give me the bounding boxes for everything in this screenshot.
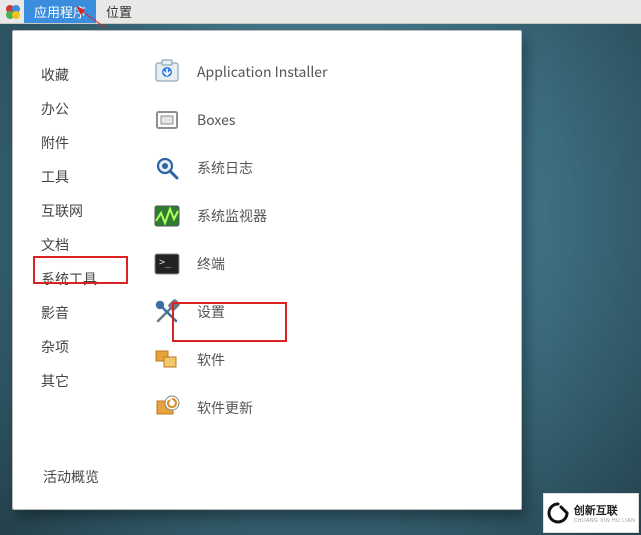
category-tools[interactable]: 工具 (41, 165, 151, 189)
category-other[interactable]: 其它 (41, 369, 151, 393)
applications-menu: 收藏 办公 附件 工具 互联网 文档 系统工具 影音 杂项 其它 (12, 30, 522, 510)
app-label: Boxes (197, 110, 235, 130)
topbar-places[interactable]: 位置 (96, 0, 142, 23)
category-label: 工具 (41, 167, 69, 187)
application-list: Application Installer Boxes (151, 55, 497, 447)
app-settings[interactable]: 设置 (151, 295, 497, 329)
software-update-icon (151, 392, 183, 424)
category-label: 互联网 (41, 201, 83, 221)
category-documents[interactable]: 文档 (41, 233, 151, 257)
svg-text:>_: >_ (159, 257, 172, 268)
category-label: 办公 (41, 99, 69, 119)
category-accessories[interactable]: 附件 (41, 131, 151, 155)
watermark-brand: 创新互联 (574, 502, 636, 518)
app-system-logs[interactable]: 系统日志 (151, 151, 497, 185)
app-label: 终端 (197, 254, 225, 274)
category-label: 其它 (41, 371, 69, 391)
menu-footer: 活动概览 (13, 457, 521, 509)
boxes-icon (151, 104, 183, 136)
app-label: 软件 (197, 350, 225, 370)
category-list: 收藏 办公 附件 工具 互联网 文档 系统工具 影音 杂项 其它 (41, 55, 151, 447)
app-terminal[interactable]: >_ 终端 (151, 247, 497, 281)
topbar-applications-label: 应用程序 (34, 2, 86, 21)
category-label: 影音 (41, 303, 69, 323)
top-panel: 应用程序 位置 (0, 0, 641, 24)
app-application-installer[interactable]: Application Installer (151, 55, 497, 89)
settings-icon (151, 296, 183, 328)
app-software[interactable]: 软件 (151, 343, 497, 377)
category-misc[interactable]: 杂项 (41, 335, 151, 359)
app-system-monitor[interactable]: 系统监视器 (151, 199, 497, 233)
app-boxes[interactable]: Boxes (151, 103, 497, 137)
system-logo-icon (2, 1, 24, 23)
category-internet[interactable]: 互联网 (41, 199, 151, 223)
app-label: 系统监视器 (197, 206, 267, 226)
category-label: 收藏 (41, 65, 69, 85)
app-software-update[interactable]: 软件更新 (151, 391, 497, 425)
app-label: 系统日志 (197, 158, 253, 178)
activities-overview[interactable]: 活动概览 (43, 467, 99, 487)
watermark-logo-icon (547, 502, 569, 524)
app-label: Application Installer (197, 62, 328, 82)
watermark-sub: CHUANG XIN HU LIAN (574, 518, 636, 524)
topbar-places-label: 位置 (106, 2, 132, 21)
menu-body: 收藏 办公 附件 工具 互联网 文档 系统工具 影音 杂项 其它 (13, 31, 521, 457)
topbar-applications[interactable]: 应用程序 (24, 0, 96, 23)
category-label: 系统工具 (41, 269, 97, 289)
desktop-background: 应用程序 位置 收藏 办公 附件 工具 互联网 文档 系统工具 影音 杂项 其它 (0, 0, 641, 535)
category-multimedia[interactable]: 影音 (41, 301, 151, 325)
app-label: 软件更新 (197, 398, 253, 418)
app-label: 设置 (197, 302, 225, 322)
category-label: 文档 (41, 235, 69, 255)
category-system-tools[interactable]: 系统工具 (41, 267, 151, 291)
system-monitor-icon (151, 200, 183, 232)
logs-icon (151, 152, 183, 184)
watermark: 创新互联 CHUANG XIN HU LIAN (543, 493, 639, 533)
application-installer-icon (151, 56, 183, 88)
terminal-icon: >_ (151, 248, 183, 280)
category-office[interactable]: 办公 (41, 97, 151, 121)
software-icon (151, 344, 183, 376)
category-favorites[interactable]: 收藏 (41, 63, 151, 87)
category-label: 杂项 (41, 337, 69, 357)
category-label: 附件 (41, 133, 69, 153)
